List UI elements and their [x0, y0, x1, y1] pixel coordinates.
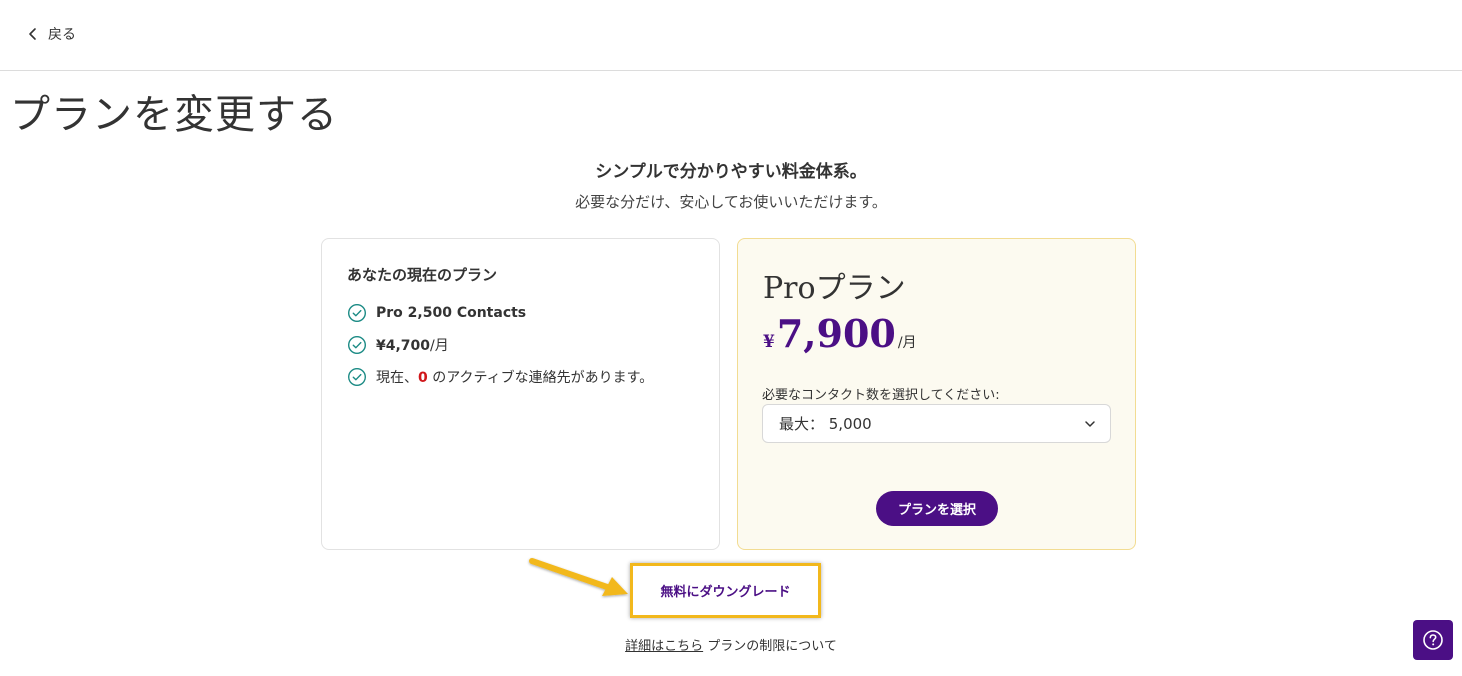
back-label: 戻る	[48, 27, 76, 43]
feature-plan-name: Pro 2,500 Contacts	[347, 297, 653, 329]
check-circle-icon	[347, 335, 367, 355]
pricing-subline: 必要な分だけ、安心してお使いいただけます。	[575, 193, 887, 211]
feature-contacts: 現在、0 のアクティブな連絡先があります。	[347, 361, 653, 393]
price-amount: 7,900	[776, 311, 896, 356]
contacts-prefix: 現在、	[376, 370, 418, 386]
pricing-headline: シンプルで分かりやすい料金体系。	[595, 162, 867, 182]
contact-count-value: 最大： 5,000	[779, 415, 872, 433]
contacts-suffix: のアクティブな連絡先があります。	[427, 370, 654, 386]
contacts-count: 0	[418, 370, 428, 386]
help-button[interactable]	[1413, 620, 1453, 660]
downgrade-highlight: 無料にダウングレード	[630, 563, 821, 618]
downgrade-free-link[interactable]: 無料にダウングレード	[660, 581, 790, 600]
details-link[interactable]: 詳細はこちら	[625, 639, 703, 654]
select-plan-button[interactable]: プランを選択	[876, 491, 998, 526]
plan-name: Pro 2,500 Contacts	[376, 305, 527, 321]
question-circle-icon	[1423, 630, 1443, 650]
current-price-unit: /月	[430, 338, 449, 354]
check-circle-icon	[347, 303, 367, 323]
arrow-icon	[529, 558, 628, 596]
current-price: ¥4,700	[376, 338, 431, 354]
feature-price: ¥4,700/月	[347, 329, 653, 361]
chevron-left-icon	[29, 28, 36, 40]
contact-count-select[interactable]: 最大： 5,000	[762, 404, 1111, 443]
pro-plan-card: Proプラン ¥ 7,900 /月 必要なコンタクト数を選択してください: 最大…	[737, 238, 1136, 550]
page-title: プランを変更する	[10, 92, 338, 138]
contact-count-label: 必要なコンタクト数を選択してください:	[762, 388, 1000, 403]
current-plan-features: Pro 2,500 Contacts ¥4,700/月 現在、0 のアクティブな…	[347, 297, 653, 393]
footer-note: 詳細はこちら プランの制限について	[0, 635, 1462, 654]
price-unit: /月	[897, 335, 917, 351]
current-plan-card: あなたの現在のプラン Pro 2,500 Contacts ¥4,700/月 現…	[321, 238, 720, 550]
check-circle-icon	[347, 367, 367, 387]
price-currency: ¥	[763, 332, 775, 352]
back-link[interactable]: 戻る	[26, 24, 76, 44]
pro-plan-name: Proプラン	[763, 271, 906, 306]
top-bar: 戻る	[0, 0, 1462, 71]
chevron-down-icon	[1085, 421, 1095, 427]
current-plan-title: あなたの現在のプラン	[347, 266, 498, 284]
footer-text: プランの制限について	[703, 639, 837, 654]
pro-plan-price: ¥ 7,900 /月	[763, 311, 917, 356]
